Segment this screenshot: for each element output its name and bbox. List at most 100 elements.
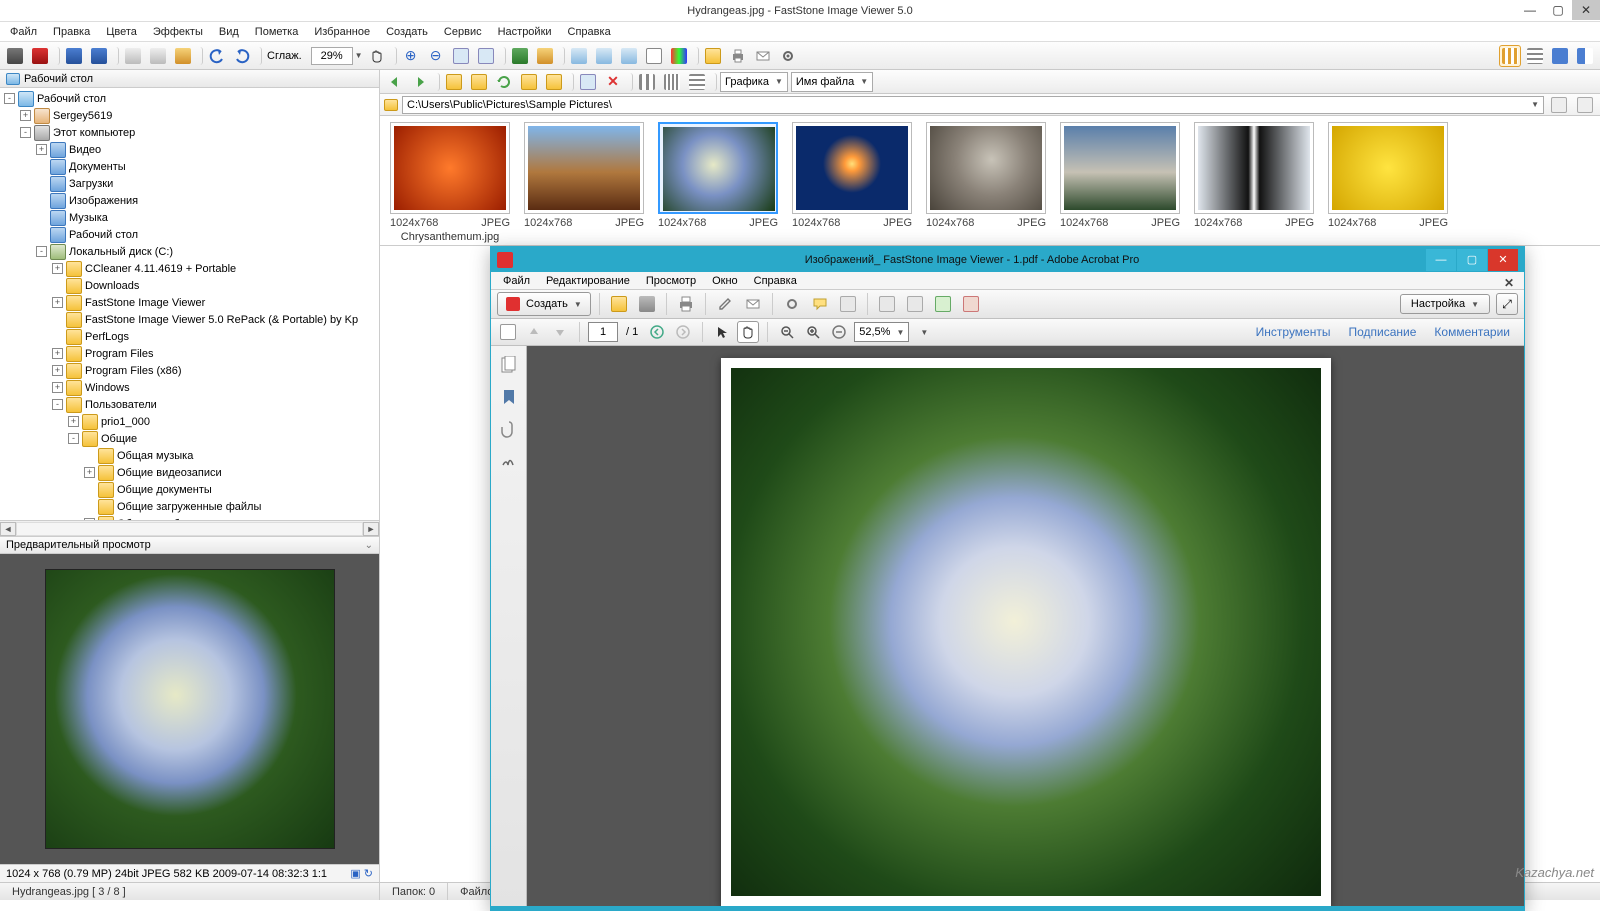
view-dual-icon[interactable] [1574,45,1596,67]
menu-tools[interactable]: Сервис [438,24,488,40]
acrobat-bookmarks-icon[interactable] [500,388,518,406]
acrobat-menu-edit[interactable]: Редактирование [540,273,636,289]
acrobat-create-button[interactable]: Создать ▼ [497,292,591,316]
menu-create[interactable]: Создать [380,24,434,40]
expand-toggle-icon[interactable]: + [84,467,95,478]
crop-icon[interactable] [618,45,640,67]
acrobat-open-icon[interactable] [608,293,630,315]
tree-item[interactable]: +Program Files [0,345,379,362]
menu-edit[interactable]: Правка [47,24,96,40]
tree-item[interactable]: Музыка [0,209,379,226]
tree-item[interactable]: -Общие изображения [0,515,379,520]
thumbnail[interactable]: 1024x768JPEGChrysanthemum.jpg [390,122,510,243]
acrobat-save-icon[interactable] [636,293,658,315]
scroll-track[interactable] [16,522,363,536]
acrobat-email-icon[interactable] [742,293,764,315]
view-thumbnails-icon[interactable] [1499,45,1521,67]
acrobat-panel-comments[interactable]: Комментарии [1434,325,1510,339]
tree-item[interactable]: Рабочий стол [0,226,379,243]
expand-toggle-icon[interactable]: - [4,93,15,104]
tree-item[interactable]: +Windows [0,379,379,396]
tree-item[interactable]: -Общие [0,430,379,447]
forward-icon[interactable] [409,71,431,93]
expand-toggle-icon[interactable]: + [52,348,63,359]
save-icon[interactable] [63,45,85,67]
copy-path-icon[interactable] [1548,94,1570,116]
acrobat-maximize-button[interactable]: ▢ [1457,249,1487,271]
acrobat-attach-icon[interactable] [837,293,859,315]
acrobat-zoom-combo[interactable]: 52,5%▼ [854,322,909,342]
view-large-icon[interactable] [636,71,658,93]
acrobat-zoom-out-icon[interactable] [776,321,798,343]
acrobat-page-input[interactable] [588,322,618,342]
expand-toggle-icon[interactable]: + [52,365,63,376]
acrobat-edit-icon[interactable] [714,293,736,315]
acrobat-next-view-icon[interactable] [672,321,694,343]
menu-colors[interactable]: Цвета [100,24,143,40]
filter-combo[interactable]: Графика▼ [720,72,788,92]
acrobat-select-icon[interactable] [711,321,733,343]
acrobat-prev-view-icon[interactable] [646,321,668,343]
tree-item[interactable]: Общие документы [0,481,379,498]
copy-icon[interactable] [122,45,144,67]
collapse-preview-icon[interactable]: ⌄ [365,540,373,551]
minimize-button[interactable]: — [1516,0,1544,20]
tree-item[interactable]: +Общие видеозаписи [0,464,379,481]
acrobat-comment-icon[interactable] [809,293,831,315]
tree-item[interactable]: Общая музыка [0,447,379,464]
up-folder-icon[interactable] [443,71,465,93]
paste-icon[interactable] [172,45,194,67]
resize-icon[interactable] [568,45,590,67]
acrobat-zoom-in-icon[interactable] [802,321,824,343]
acrobat-protect-icon[interactable] [932,293,954,315]
refresh-icon[interactable] [493,71,515,93]
view-list-icon[interactable] [1524,45,1546,67]
slideshow-icon[interactable] [509,45,531,67]
acrobat-hand-icon[interactable] [737,321,759,343]
acrobat-titlebar[interactable]: Изображений_ FastStone Image Viewer - 1.… [491,247,1524,272]
expand-toggle-icon[interactable]: + [36,144,47,155]
expand-toggle-icon[interactable]: - [20,127,31,138]
acrobat-more-icon[interactable]: ▼ [913,321,935,343]
thumbnail[interactable]: 1024x768JPEG [926,122,1046,229]
back-icon[interactable] [384,71,406,93]
actual-size-icon[interactable] [450,45,472,67]
zoom-in-icon[interactable]: ⊕ [400,45,422,67]
menu-favorites[interactable]: Избранное [308,24,376,40]
tree-item[interactable]: -Рабочий стол [0,90,379,107]
hand-icon[interactable] [366,45,388,67]
redo-icon[interactable] [231,45,253,67]
open-folder-icon[interactable] [702,45,724,67]
tree-item[interactable]: Изображения [0,192,379,209]
select-all-icon[interactable] [577,71,599,93]
thumbnail[interactable]: 1024x768JPEG [1328,122,1448,229]
text-icon[interactable] [643,45,665,67]
print-icon[interactable] [727,45,749,67]
fav1-icon[interactable] [518,71,540,93]
menu-settings[interactable]: Настройки [492,24,558,40]
fit-icon[interactable] [475,45,497,67]
acrobat-down-icon[interactable] [549,321,571,343]
acrobat-customize-button[interactable]: Настройка ▼ [1400,294,1490,314]
close-button[interactable]: ✕ [1572,0,1600,20]
acrobat-menu-window[interactable]: Окно [706,273,744,289]
acrobat-page-area[interactable] [527,346,1524,906]
acrobat-minus-icon[interactable] [828,321,850,343]
expand-toggle-icon[interactable]: - [52,399,63,410]
expand-toggle-icon[interactable]: + [52,263,63,274]
maximize-button[interactable]: ▢ [1544,0,1572,20]
tree-item[interactable]: -Этот компьютер [0,124,379,141]
zoom-input[interactable] [311,47,353,65]
expand-toggle-icon[interactable]: - [36,246,47,257]
email-icon[interactable] [752,45,774,67]
tree-item[interactable]: +prio1_000 [0,413,379,430]
menu-tag[interactable]: Пометка [249,24,305,40]
acrobat-panel-tools[interactable]: Инструменты [1256,325,1331,339]
tree-item[interactable]: +CCleaner 4.11.4619 + Portable [0,260,379,277]
acrobat-forms-icon[interactable] [960,293,982,315]
sort-combo[interactable]: Имя файла▼ [791,72,873,92]
compare-icon[interactable] [534,45,556,67]
menu-help[interactable]: Справка [562,24,617,40]
fit-preview-icon[interactable]: ▣ [350,868,360,880]
tree-item[interactable]: Downloads [0,277,379,294]
